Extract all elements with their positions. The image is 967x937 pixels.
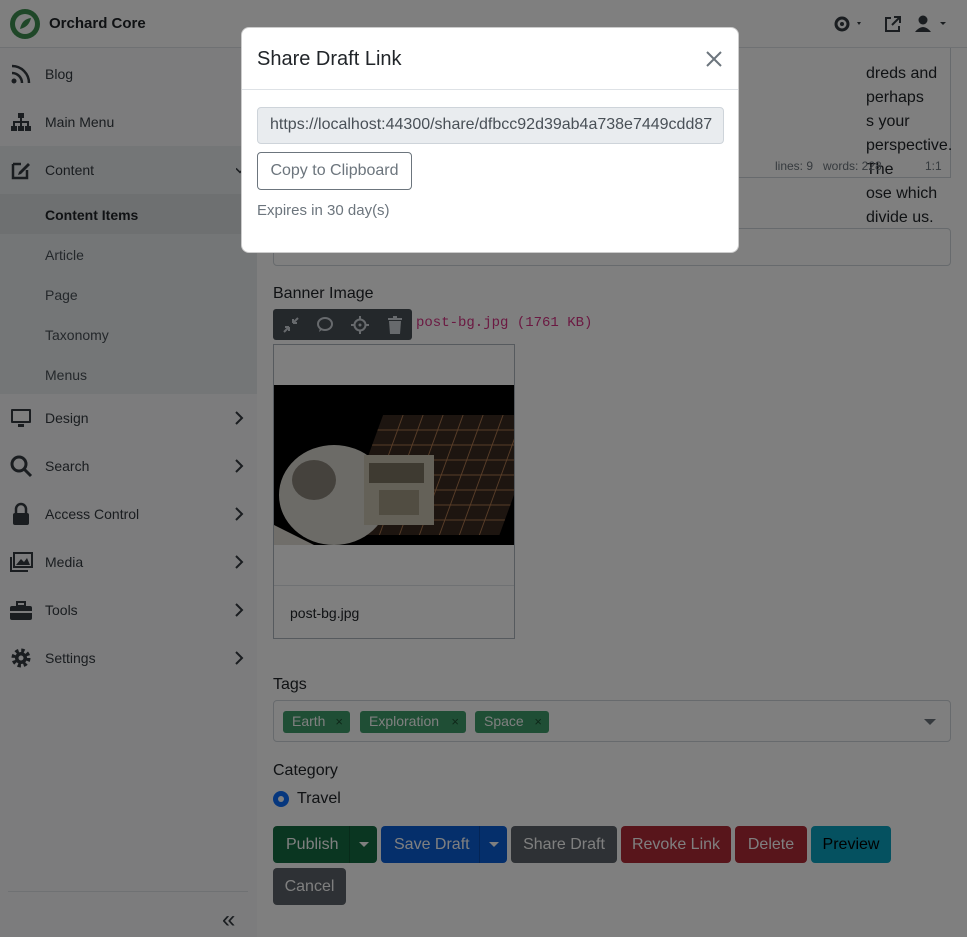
expiry-text: Expires in 30 day(s) [257, 202, 390, 219]
copy-to-clipboard-button[interactable]: Copy to Clipboard [257, 152, 412, 190]
modal-title: Share Draft Link [257, 48, 402, 70]
close-icon[interactable] [702, 47, 726, 71]
share-url-field[interactable]: https://localhost:44300/share/dfbcc92d39… [257, 107, 724, 144]
modal-header: Share Draft Link [242, 28, 738, 90]
share-draft-modal: Share Draft Link https://localhost:44300… [241, 27, 739, 253]
